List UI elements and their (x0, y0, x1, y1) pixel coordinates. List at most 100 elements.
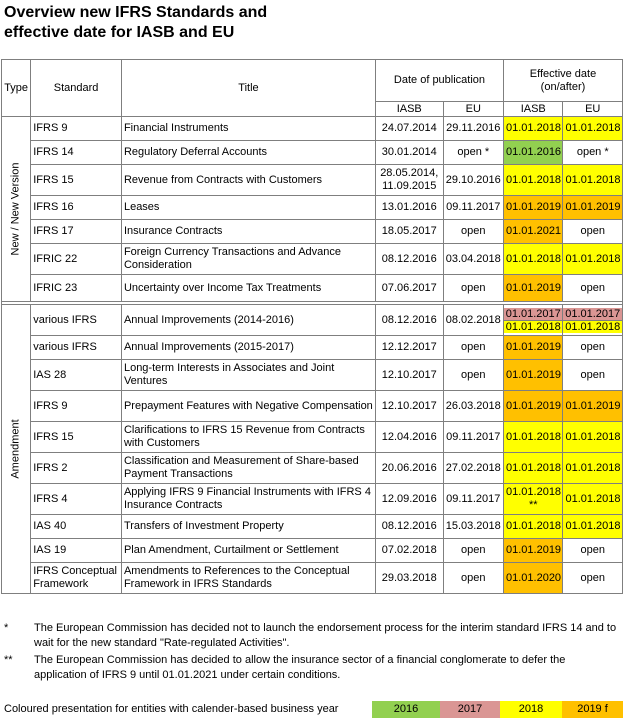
eff-eu-cell: open (562, 274, 623, 302)
header-pub-iasb: IASB (374, 101, 444, 117)
new-row: IFRS 15 Revenue from Contracts with Custo… (2, 164, 623, 196)
pub-iasb-cell: 29.03.2018 (374, 562, 444, 594)
legend-label: Coloured presentation for entities with … (4, 703, 339, 715)
pub-eu-cell: open * (442, 140, 505, 165)
title-cell: Annual Improvements (2014-2016) (120, 304, 376, 336)
title-line-1: Overview new IFRS Standards and (4, 4, 268, 21)
standard-cell: IFRS 9 (30, 116, 122, 141)
eff-iasb-cell: 01.01.2019 (502, 359, 564, 391)
standard-cell: IAS 28 (30, 359, 122, 391)
pub-eu-cell: 09.11.2017 (442, 483, 505, 515)
new-row: New / New Version IFRS 9 Financial Instrum… (0, 116, 623, 302)
pub-iasb-cell: 12.12.2017 (374, 335, 444, 360)
header-eff-iasb: IASB (502, 101, 564, 117)
pub-iasb-cell: 12.10.2017 (374, 390, 444, 422)
standard-cell: IFRS 15 (30, 421, 122, 453)
pub-iasb-cell: 28.05.2014, 11.09.2015 (374, 164, 444, 196)
footnote-1-mark: * (4, 622, 9, 634)
standard-cell: IFRS 4 (30, 483, 122, 515)
standard-cell: various IFRS (30, 304, 122, 336)
title-cell: Regulatory Deferral Accounts (120, 140, 376, 165)
standard-cell: IFRS 17 (30, 219, 122, 244)
pub-iasb-cell: 20.06.2016 (374, 452, 444, 484)
title-cell: Revenue from Contracts with Customers (120, 164, 376, 196)
title-line-2: effective date for IASB and EU (4, 24, 235, 41)
eff-eu-cell: 01.01.2018 (562, 116, 623, 141)
pub-eu-cell: open (442, 359, 505, 391)
legend-2018: 2018 (500, 701, 562, 718)
eff-eu-cell: 01.01.2018 (562, 452, 623, 484)
pub-iasb-cell: 18.05.2017 (374, 219, 444, 244)
title-cell: Applying IFRS 9 Financial Instruments wi… (120, 483, 376, 515)
pub-iasb-cell: 07.02.2018 (374, 538, 444, 563)
title-cell: Uncertainty over Income Tax Treatments (120, 274, 376, 302)
eff-eu-cell: 01.01.2019 (562, 390, 623, 422)
eff-iasb-cell: 01.01.2018 (502, 243, 564, 275)
pub-iasb-cell: 13.01.2016 (374, 195, 444, 220)
pub-iasb-cell: 08.12.2016 (374, 514, 444, 539)
amend-row: IAS 28 Long-term Interests in Associates … (2, 359, 623, 391)
title-cell: Financial Instruments (120, 116, 376, 141)
pub-iasb-cell: 12.09.2016 (374, 483, 444, 515)
eff-iasb-cell: 01.01.2018 ** (502, 483, 564, 515)
eff-eu-cell: open (562, 219, 623, 244)
pub-eu-cell: 09.11.2017 (442, 421, 505, 453)
title-cell: Foreign Currency Transactions and Advanc… (120, 243, 376, 275)
new-row: IFRS 17 Insurance Contracts 18.05.2017 open… (2, 219, 623, 244)
title-cell: Insurance Contracts (120, 219, 376, 244)
amend-row: IFRS 4 Applying IFRS 9 Financial Instrume… (2, 483, 623, 515)
pub-iasb-cell: 24.07.2014 (374, 116, 444, 141)
pub-eu-cell: 29.10.2016 (442, 164, 505, 196)
legend-2016: 2016 (372, 701, 440, 718)
title-cell: Prepayment Features with Negative Compen… (120, 390, 376, 422)
eff-eu-cell: 01.01.2019 (562, 195, 623, 220)
color-legend: Coloured presentation for entities with … (0, 701, 624, 718)
new-group-label: New / New Version (9, 162, 22, 256)
standard-cell: IFRS 9 (30, 390, 122, 422)
pub-iasb-cell: 12.04.2016 (374, 421, 444, 453)
standard-cell: IFRS 16 (30, 195, 122, 220)
new-group-cell: New / New Version (0, 116, 32, 302)
eff-iasb-2018: 01.01.2018 (504, 320, 562, 333)
footnote-2-text: The European Commission has decided to a… (34, 654, 566, 681)
eff-iasb-cell: 01.01.2021 (502, 219, 564, 244)
amend-row: IFRS Conceptual Framework Amendments to R… (2, 562, 623, 594)
header-pub-eu: EU (442, 101, 505, 117)
pub-eu-cell: open (442, 274, 505, 302)
eff-iasb-cell: 01.01.2018 (502, 116, 564, 141)
footnote-2-mark: ** (4, 654, 13, 666)
new-row: IFRIC 23 Uncertainty over Income Tax Trea… (2, 274, 623, 302)
eff-eu-cell: open (562, 538, 623, 563)
new-row: IFRS 16 Leases 13.01.2016 09.11.2017 01.01.2… (2, 195, 623, 220)
pub-eu-cell: 03.04.2018 (442, 243, 505, 275)
standard-cell: IAS 19 (30, 538, 122, 563)
eff-eu-cell: open * (562, 140, 623, 165)
title-cell: Annual Improvements (2015-2017) (120, 335, 376, 360)
pub-eu-cell: open (442, 538, 505, 563)
eff-iasb-cell: 01.01.2019 (502, 538, 564, 563)
eff-eu-cell: 01.01.2018 (562, 514, 623, 539)
pub-eu-cell: 09.11.2017 (442, 195, 505, 220)
title-cell: Amendments to References to the Conceptu… (120, 562, 376, 594)
standard-cell: IFRIC 23 (30, 274, 122, 302)
pub-iasb-cell: 07.06.2017 (374, 274, 444, 302)
eff-eu-2017: 01.01.2017 (563, 307, 622, 321)
title-cell: Plan Amendment, Curtailment or Settlemen… (120, 538, 376, 563)
eff-iasb-cell: 01.01.2019 (502, 390, 564, 422)
amend-row: IFRS 9 Prepayment Features with Negative … (2, 390, 623, 422)
standard-cell: IAS 40 (30, 514, 122, 539)
new-row: IFRS 14 Regulatory Deferral Accounts 30.01… (2, 140, 623, 165)
header-title: Title (120, 59, 376, 117)
footnote-1-text: The European Commission has decided not … (34, 622, 617, 649)
title-cell: Clarifications to IFRS 15 Revenue from C… (120, 421, 376, 453)
eff-eu-cell: open (562, 562, 623, 594)
eff-iasb-cell: 01.01.2019 (502, 195, 564, 220)
amend-row: IFRS 2 Classification and Measurement of … (2, 452, 623, 484)
legend-2019: 2019 f (562, 701, 623, 718)
pub-eu-cell: 08.02.2018 (442, 304, 505, 336)
eff-iasb-cell: 01.01.2017 01.01.2018 (502, 304, 564, 336)
pub-eu-cell: open (442, 562, 505, 594)
eff-eu-cell: open (562, 359, 623, 391)
title-cell: Leases (120, 195, 376, 220)
eff-iasb-cell: 01.01.2020 (502, 562, 564, 594)
